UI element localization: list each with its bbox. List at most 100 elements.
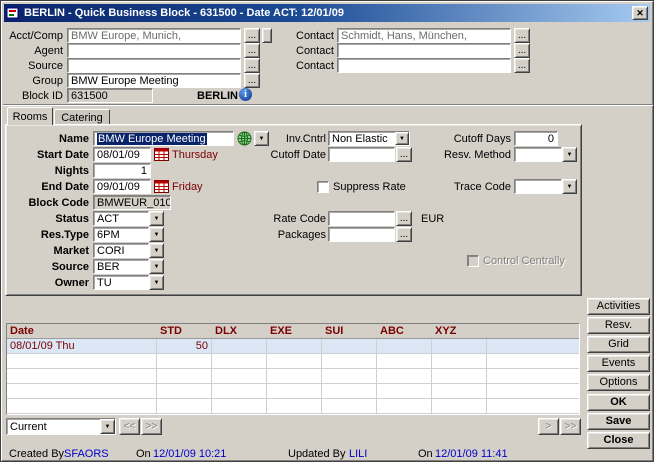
grid-cell[interactable]	[157, 354, 212, 368]
cutoff-date-field[interactable]	[328, 147, 395, 162]
tab-rooms[interactable]: Rooms	[7, 107, 53, 125]
inv-cntrl-dropdown-button[interactable]: ▼	[395, 132, 409, 145]
grid-cell-abc[interactable]	[377, 339, 432, 353]
grid-cell[interactable]	[157, 384, 212, 398]
close-button[interactable]: ✕	[632, 6, 648, 20]
trace-code-dropdown-button[interactable]: ▼	[562, 179, 577, 194]
acct-comp-extra-button[interactable]	[262, 28, 272, 43]
nights-field[interactable]: 1	[93, 163, 151, 178]
end-date-field[interactable]: 09/01/09	[93, 179, 151, 194]
form-source-field[interactable]: BER	[93, 259, 149, 274]
grid-cell[interactable]	[7, 384, 157, 398]
agent-ellipsis-button[interactable]: ...	[244, 43, 260, 58]
form-source-dropdown-button[interactable]: ▼	[149, 259, 164, 274]
resv-method-dropdown-button[interactable]: ▼	[562, 147, 577, 162]
cutoff-date-ellipsis-button[interactable]: ...	[396, 147, 412, 162]
agent-field[interactable]	[67, 43, 241, 58]
resv-method-field[interactable]	[514, 147, 562, 162]
contact-1-field[interactable]: Schmidt, Hans, München,	[337, 28, 511, 43]
events-button[interactable]: Events	[587, 355, 650, 372]
grid-cell[interactable]	[322, 399, 377, 413]
grid-cell[interactable]	[432, 369, 487, 383]
grid-cell[interactable]	[432, 384, 487, 398]
grid-cell[interactable]	[377, 369, 432, 383]
grid-empty-row[interactable]	[7, 399, 579, 414]
inv-cntrl-select[interactable]: Non Elastic ▼	[328, 131, 410, 146]
start-date-field[interactable]: 08/01/09	[93, 147, 151, 162]
grid-cell[interactable]	[487, 384, 579, 398]
close-window-button[interactable]: Close	[587, 432, 650, 449]
cutoff-days-field[interactable]: 0	[514, 131, 558, 146]
grid-cell[interactable]	[377, 399, 432, 413]
grid-cell[interactable]	[212, 354, 267, 368]
grid-cell[interactable]	[267, 399, 322, 413]
grid-cell[interactable]	[322, 369, 377, 383]
packages-ellipsis-button[interactable]: ...	[396, 227, 412, 242]
res-type-dropdown-button[interactable]: ▼	[149, 227, 164, 242]
trace-code-field[interactable]	[514, 179, 562, 194]
grid-cell[interactable]	[157, 399, 212, 413]
packages-field[interactable]	[328, 227, 395, 242]
grid-cell-date[interactable]: 08/01/09 Thu	[7, 339, 157, 353]
grid-empty-row[interactable]	[7, 369, 579, 384]
title-bar[interactable]: BERLIN - Quick Business Block - 631500 -…	[4, 4, 650, 22]
grid-cell[interactable]	[432, 399, 487, 413]
grid-cell[interactable]	[7, 369, 157, 383]
market-field[interactable]: CORI	[93, 243, 149, 258]
contact-2-ellipsis-button[interactable]: ...	[514, 43, 530, 58]
status-field[interactable]: ACT	[93, 211, 149, 226]
contact-3-field[interactable]	[337, 58, 511, 73]
grid-button[interactable]: Grid	[587, 336, 650, 353]
rate-code-field[interactable]	[328, 211, 395, 226]
grid-cell[interactable]	[212, 399, 267, 413]
grid-cell[interactable]	[487, 354, 579, 368]
grid-cell[interactable]	[487, 369, 579, 383]
market-dropdown-button[interactable]: ▼	[149, 243, 164, 258]
grid-cell[interactable]	[267, 354, 322, 368]
grid-cell-sui[interactable]	[322, 339, 377, 353]
contact-2-field[interactable]	[337, 43, 511, 58]
grid-cell-filler[interactable]	[487, 339, 579, 353]
grid-cell[interactable]	[267, 384, 322, 398]
start-date-calendar-icon[interactable]	[154, 148, 169, 161]
end-date-calendar-icon[interactable]	[154, 180, 169, 193]
name-field[interactable]: BMW Europe Meeting	[93, 131, 234, 146]
view-select-dropdown-button[interactable]: ▼	[100, 419, 115, 434]
grid-cell[interactable]	[322, 354, 377, 368]
grid-cell-xyz[interactable]	[432, 339, 487, 353]
ok-button[interactable]: OK	[587, 394, 650, 411]
grid-cell[interactable]	[377, 354, 432, 368]
grid-cell[interactable]	[212, 369, 267, 383]
grid-cell-exe[interactable]	[267, 339, 322, 353]
grid-cell-std[interactable]: 50	[157, 339, 212, 353]
acct-comp-ellipsis-button[interactable]: ...	[244, 28, 260, 43]
grid-cell[interactable]	[377, 384, 432, 398]
group-ellipsis-button[interactable]: ...	[244, 73, 260, 88]
grid-empty-row[interactable]	[7, 384, 579, 399]
grid-cell[interactable]	[267, 369, 322, 383]
contact-3-ellipsis-button[interactable]: ...	[514, 58, 530, 73]
acct-comp-field[interactable]: BMW Europe, Munich,	[67, 28, 241, 43]
grid-cell-dlx[interactable]	[212, 339, 267, 353]
contact-1-ellipsis-button[interactable]: ...	[514, 28, 530, 43]
status-dropdown-button[interactable]: ▼	[149, 211, 164, 226]
view-select[interactable]: Current ▼	[6, 418, 116, 435]
options-button[interactable]: Options	[587, 374, 650, 391]
owner-field[interactable]: TU	[93, 275, 149, 290]
source-ellipsis-button[interactable]: ...	[244, 58, 260, 73]
grid-cell[interactable]	[322, 384, 377, 398]
info-icon[interactable]: i	[239, 88, 252, 101]
grid-cell[interactable]	[7, 354, 157, 368]
grid-cell[interactable]	[212, 384, 267, 398]
resv-button[interactable]: Resv.	[587, 317, 650, 334]
tab-catering[interactable]: Catering	[54, 109, 110, 125]
activities-button[interactable]: Activities	[587, 298, 650, 315]
res-type-field[interactable]: 6PM	[93, 227, 149, 242]
save-button[interactable]: Save	[587, 413, 650, 430]
source-field[interactable]	[67, 58, 241, 73]
rate-code-ellipsis-button[interactable]: ...	[396, 211, 412, 226]
group-field[interactable]: BMW Europe Meeting	[67, 73, 241, 88]
grid-row-1[interactable]: 08/01/09 Thu 50	[7, 339, 579, 354]
grid-cell[interactable]	[7, 399, 157, 413]
suppress-rate-checkbox[interactable]	[317, 181, 329, 193]
